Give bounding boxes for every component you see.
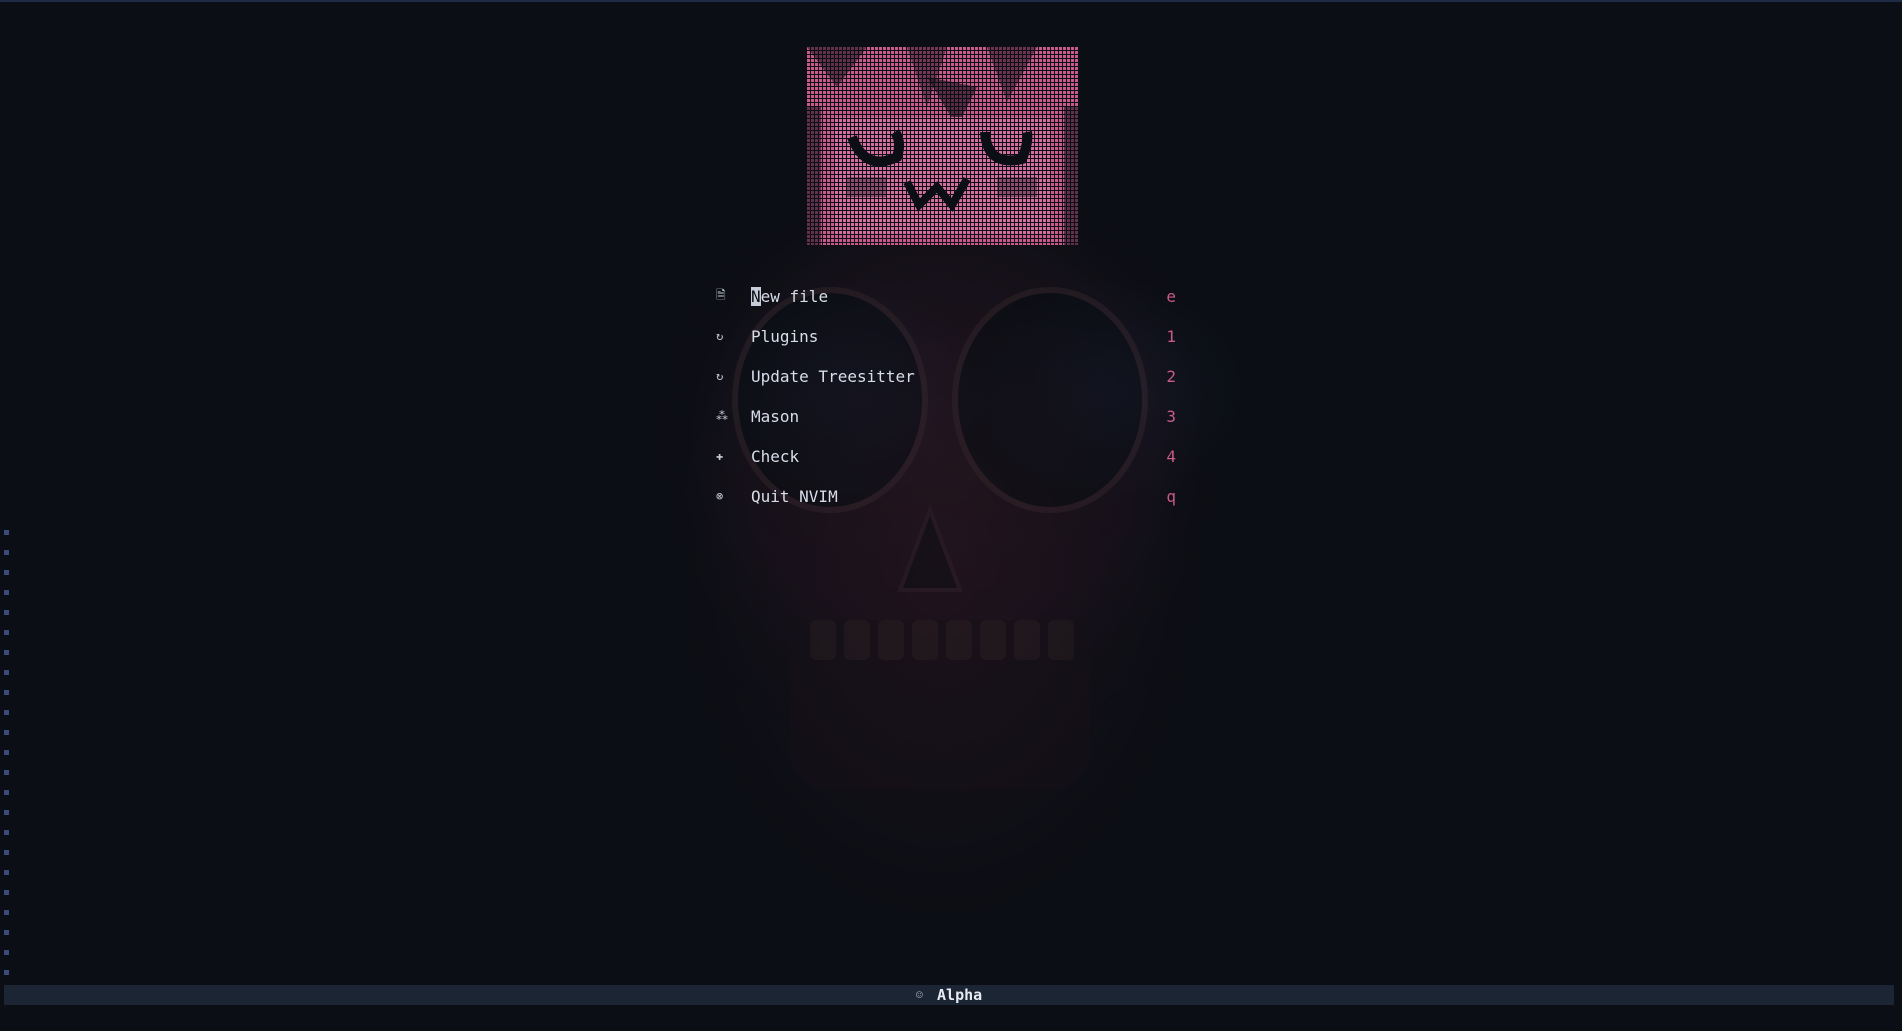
gutter-dot <box>4 830 9 835</box>
cursor: N <box>751 286 761 306</box>
neovim-window: 🗎 New file e ↻ Plugins 1 ↻ Update Treesi… <box>0 0 1902 1031</box>
menu-item-update-treesitter[interactable]: ↻ Update Treesitter 2 <box>716 356 1176 396</box>
mode-icon: ☺ <box>915 988 924 1002</box>
menu-item-label: Plugins <box>751 326 819 346</box>
gutter-dot <box>4 630 9 635</box>
gutter-dot <box>4 790 9 795</box>
menu-item-label: Check <box>751 446 800 466</box>
gutter-dot <box>4 710 9 715</box>
gutter-dot <box>4 550 9 555</box>
health-check-icon: ✚ <box>716 449 724 463</box>
gutter-dot <box>4 750 9 755</box>
gutter-dot <box>4 730 9 735</box>
menu-shortcut-key: 3 <box>1166 406 1176 426</box>
statusline-title: Alpha <box>937 986 983 1004</box>
gutter-dot <box>4 610 9 615</box>
menu-shortcut-key: e <box>1166 286 1176 306</box>
menu-item-plugins[interactable]: ↻ Plugins 1 <box>716 316 1176 356</box>
menu-item-label: Quit NVIM <box>751 486 838 506</box>
gutter-dot <box>4 530 9 535</box>
menu-shortcut-key: q <box>1166 486 1176 506</box>
gutter-dot <box>4 890 9 895</box>
ascii-art-face-icon <box>807 47 1078 245</box>
dashboard-menu: 🗎 New file e ↻ Plugins 1 ↻ Update Treesi… <box>716 276 1176 516</box>
gutter-dot <box>4 590 9 595</box>
file-icon: 🗎 <box>716 287 726 302</box>
mason-icon: ⁂ <box>716 409 728 423</box>
quit-icon: ⊗ <box>716 489 724 503</box>
menu-shortcut-key: 1 <box>1166 326 1176 346</box>
menu-item-mason[interactable]: ⁂ Mason 3 <box>716 396 1176 436</box>
gutter-dot <box>4 970 9 975</box>
menu-shortcut-key: 2 <box>1166 366 1176 386</box>
gutter-dot <box>4 950 9 955</box>
menu-shortcut-key: 4 <box>1166 446 1176 466</box>
menu-item-label: New file <box>751 286 829 306</box>
menu-item-check[interactable]: ✚ Check 4 <box>716 436 1176 476</box>
gutter-dot <box>4 910 9 915</box>
menu-item-label: Mason <box>751 406 800 426</box>
menu-item-label: Update Treesitter <box>751 366 915 386</box>
gutter-dot <box>4 770 9 775</box>
window-top-border <box>0 0 1902 2</box>
statusline: ☺ Alpha <box>4 985 1894 1005</box>
skull-wallpaper <box>640 170 1240 790</box>
menu-item-new-file[interactable]: 🗎 New file e <box>716 276 1176 316</box>
gutter-dot <box>4 570 9 575</box>
gutter-dot <box>4 850 9 855</box>
gutter-dot <box>4 690 9 695</box>
gutter-dot <box>4 810 9 815</box>
gutter-dot <box>4 670 9 675</box>
refresh-icon: ↻ <box>716 369 724 383</box>
left-gutter-indicators <box>4 530 12 980</box>
menu-item-quit-nvim[interactable]: ⊗ Quit NVIM q <box>716 476 1176 516</box>
gutter-dot <box>4 650 9 655</box>
gutter-dot <box>4 870 9 875</box>
refresh-icon: ↻ <box>716 329 724 343</box>
gutter-dot <box>4 930 9 935</box>
